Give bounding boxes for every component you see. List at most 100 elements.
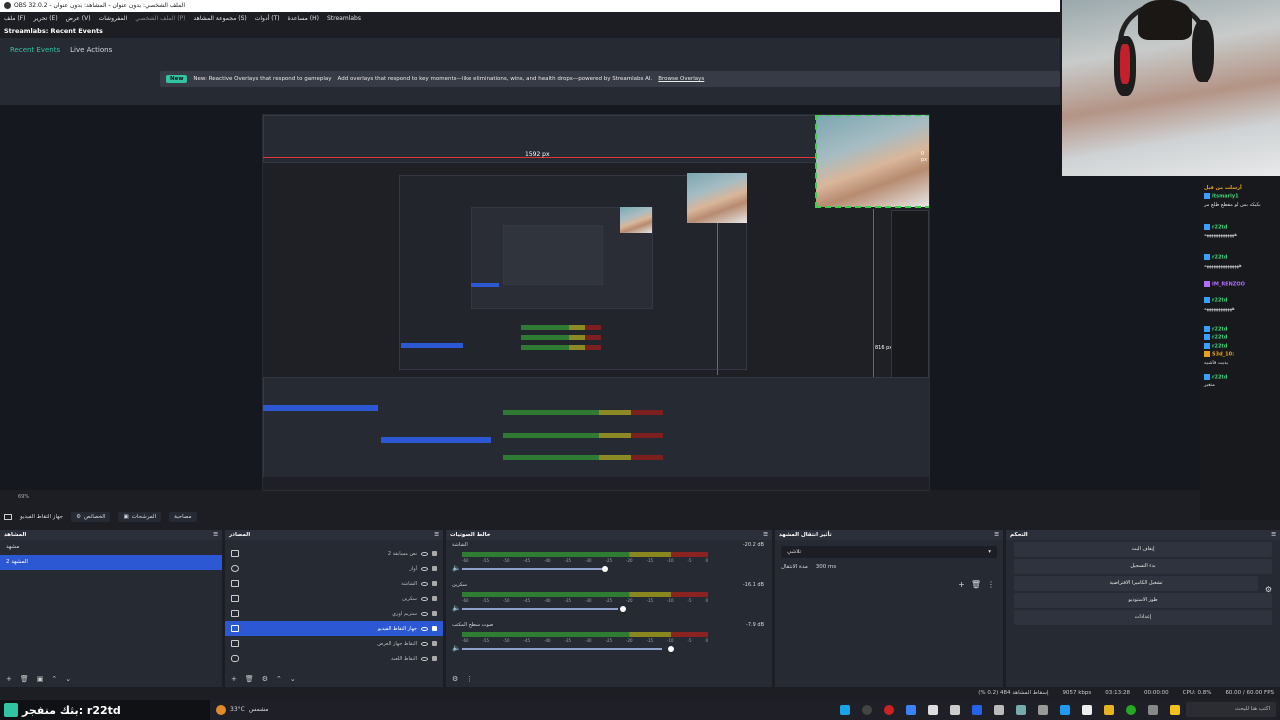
eye-icon[interactable] [421,581,428,586]
volume-meter [462,632,708,637]
chevron-down-icon[interactable]: ⌄ [290,675,296,683]
browse-overlays-link[interactable]: Browse Overlays [658,76,704,82]
gear-icon[interactable]: ⚙ [452,675,458,683]
obs-icon[interactable] [862,704,872,715]
tab-live-actions[interactable]: Live Actions [70,46,112,54]
lock-icon[interactable] [432,611,437,616]
volume-knob[interactable] [668,646,674,652]
trash-icon[interactable]: 🗑 [20,675,29,683]
virtual-camera-button[interactable]: تشغيل الكاميرا الافتراضية [1014,576,1258,591]
volume-fader[interactable] [462,648,662,650]
dock-menu-icon[interactable]: ☰ [434,530,439,540]
source-item[interactable]: التقاط جهاز العرض [225,636,443,651]
app-icon[interactable] [906,704,916,715]
eye-icon[interactable] [421,551,428,556]
task-view-icon[interactable] [1148,704,1158,715]
settings-button[interactable]: إعدادات [1014,610,1272,625]
menu-edit[interactable]: تحرير (E) [33,15,57,22]
volume-knob[interactable] [602,566,608,572]
add-icon[interactable]: + [958,580,965,589]
tab-recent-events[interactable]: Recent Events [10,46,60,54]
app-icon[interactable] [884,704,894,715]
app-icon[interactable] [1082,704,1092,715]
lock-icon[interactable] [432,581,437,586]
eye-icon[interactable] [421,566,428,571]
app-icon[interactable] [950,704,960,715]
properties-button[interactable]: ⚙ الخصائص [71,512,111,522]
start-recording-button[interactable]: بدء التسجيل [1014,559,1272,574]
menu-file[interactable]: ملف (F) [4,15,25,22]
lock-icon[interactable] [432,641,437,646]
dock-menu-icon[interactable]: ☰ [763,530,768,540]
gear-icon[interactable]: ⚙ [262,675,268,683]
transition-select[interactable]: تلاشي ▾ [781,546,997,558]
eye-icon[interactable] [421,656,428,661]
trash-icon[interactable]: 🗑 [245,675,254,683]
add-icon[interactable]: + [6,675,12,683]
eye-icon[interactable] [421,626,428,631]
speaker-icon[interactable]: 🔈 [452,644,461,652]
more-icon[interactable]: ⋮ [466,675,473,683]
chevron-down-icon[interactable]: ⌄ [65,675,71,683]
speaker-icon[interactable]: 🔈 [452,604,461,612]
preview-canvas[interactable]: 1592 px 0 px 816 px [262,114,930,491]
speaker-icon[interactable]: 🔈 [452,564,461,572]
app-icon[interactable] [1060,704,1070,715]
eye-icon[interactable] [421,596,428,601]
lock-icon[interactable] [432,596,437,601]
source-item-selected[interactable]: جهاز التقاط الفيديو [225,621,443,636]
lock-icon[interactable] [432,551,437,556]
folder-icon[interactable] [1104,704,1114,715]
search-input[interactable]: اكتب هنا للبحث [1186,702,1276,717]
volume-fader[interactable] [462,608,618,610]
source-item[interactable]: التقاط اللعبة [225,651,443,666]
chevron-up-icon[interactable]: ⌃ [51,675,57,683]
more-icon[interactable]: ⋮ [987,580,995,589]
dock-menu-icon[interactable]: ☰ [213,530,218,540]
menu-scene-collection[interactable]: مجموعة المشاهد (S) [194,15,247,22]
nested-selected-scene-2 [401,343,463,348]
duration-input[interactable]: 300 ms [816,564,836,570]
weather-widget-icon[interactable] [1170,704,1180,715]
app-icon[interactable] [1038,704,1048,715]
menu-docks[interactable]: المفروشات [99,15,128,22]
lock-icon[interactable] [432,566,437,571]
app-icon[interactable] [994,704,1004,715]
menu-tools[interactable]: أدوات (T) [255,15,280,22]
gear-icon[interactable]: ⚙ [1265,585,1272,594]
source-item[interactable]: سكرين [225,591,443,606]
filter-icon[interactable]: ▣ [37,675,44,683]
lock-icon[interactable] [432,626,437,631]
source-item[interactable]: الشاشة [225,576,443,591]
menu-profile[interactable]: الملف الشخصي (P) [135,15,185,22]
app-icon[interactable] [1016,704,1026,715]
menu-help[interactable]: مساعدة (H) [288,15,319,22]
chrome-icon[interactable] [1126,704,1136,715]
menu-streamlabs[interactable]: Streamlabs [327,15,361,22]
scene-item-selected[interactable]: المشهد 2 [0,555,222,570]
source-item[interactable]: ستريم اوري [225,606,443,621]
eye-icon[interactable] [421,641,428,646]
app-icon[interactable] [972,704,982,715]
menu-view[interactable]: عرض (V) [66,15,91,22]
dock-menu-icon[interactable]: ☰ [1271,530,1276,540]
lock-icon[interactable] [432,656,437,661]
source-selection-box[interactable] [815,115,929,208]
volume-fader[interactable] [462,568,606,570]
dock-menu-icon[interactable]: ☰ [994,530,999,540]
app-icon[interactable] [840,704,850,715]
volume-knob[interactable] [620,606,626,612]
source-item[interactable]: أوار [225,561,443,576]
filters-button[interactable]: ▣ المرشحات [118,512,162,522]
add-icon[interactable]: + [231,675,237,683]
source-item[interactable]: نص مسابقة 2 [225,546,443,561]
trash-icon[interactable]: 🗑 [971,580,981,589]
studio-mode-button[interactable]: طور الاستوديو [1014,593,1272,608]
chat-text: متغير [1204,382,1215,388]
stop-streaming-button[interactable]: إيقاف البث [1014,542,1272,557]
scene-item[interactable]: مشهد [0,540,222,555]
eye-icon[interactable] [421,611,428,616]
app-icon[interactable] [928,704,938,715]
chevron-up-icon[interactable]: ⌃ [276,675,282,683]
interact-button[interactable]: مصاحبة [169,512,197,522]
